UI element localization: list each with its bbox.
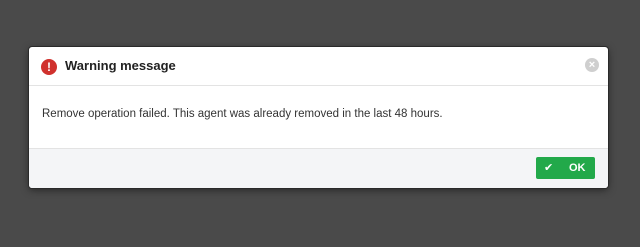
- dialog-header: ! Warning message ×: [29, 47, 608, 86]
- ok-button-label: OK: [569, 162, 586, 174]
- warning-dialog: ! Warning message × Remove operation fai…: [29, 47, 608, 188]
- warning-icon: !: [41, 59, 57, 75]
- dialog-footer: ✔ OK: [29, 148, 608, 188]
- dialog-title: Warning message: [65, 58, 176, 73]
- ok-button[interactable]: ✔ OK: [536, 157, 595, 179]
- check-icon: ✔: [544, 162, 554, 174]
- dialog-body: Remove operation failed. This agent was …: [29, 86, 608, 148]
- close-icon[interactable]: ×: [585, 58, 599, 72]
- dialog-message: Remove operation failed. This agent was …: [42, 108, 443, 120]
